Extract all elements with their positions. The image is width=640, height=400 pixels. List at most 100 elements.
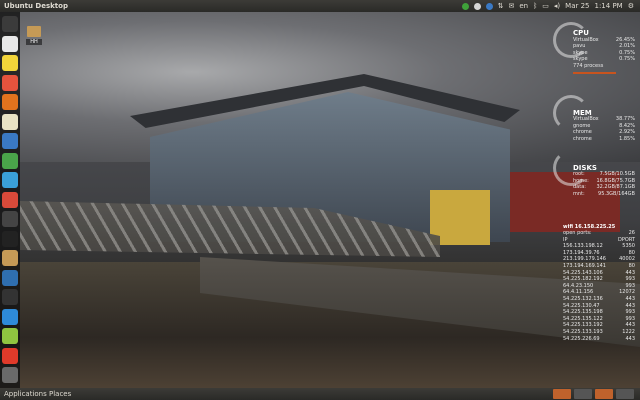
process-name: pavu — [573, 43, 586, 50]
document-icon[interactable] — [2, 133, 18, 149]
trash-icon[interactable] — [2, 367, 18, 383]
conky-monitor: CPU VirtualBox 26.45% pavu 2.01% skype 0.75… — [555, 30, 635, 370]
connection-port: 993 — [625, 315, 635, 322]
connection-row: 64.4.11.156 12072 — [563, 289, 635, 296]
process-value: 0.75% — [619, 49, 635, 56]
connection-ip: 54.225.182.192 — [563, 276, 603, 283]
disk-row: root: 7.5GB/10.5GB — [573, 171, 635, 178]
dropbox-icon[interactable] — [485, 2, 493, 10]
mail-icon[interactable] — [2, 113, 18, 130]
desktop-folder-label: HH — [26, 39, 42, 45]
session-gear-icon[interactable]: ⚙ — [628, 0, 634, 12]
pencil-icon[interactable] — [2, 55, 18, 71]
taskbar-window-button[interactable] — [574, 389, 592, 399]
spreadsheet-icon[interactable] — [2, 152, 18, 169]
connection-row: 54.225.133.192 443 — [563, 322, 635, 329]
disk-usage: 32.2GB/87.1GB — [596, 184, 635, 191]
app-grid-icon[interactable] — [2, 347, 18, 364]
mem-row: VirtualBox 38.77% — [573, 116, 635, 123]
connection-port: 993 — [625, 276, 635, 283]
mail-icon[interactable]: ✉ — [508, 0, 514, 12]
connection-ip: 156.133.198.12 — [563, 243, 603, 250]
android-icon[interactable] — [2, 328, 18, 344]
connection-port: 5350 — [622, 243, 635, 250]
taskbar-window-button[interactable] — [595, 389, 613, 399]
terminal-icon[interactable] — [2, 230, 18, 247]
dport-column-header: DPORT — [618, 236, 635, 243]
connection-port: 80 — [628, 249, 635, 256]
monitor-icon[interactable] — [2, 269, 18, 286]
firefox-icon[interactable] — [2, 94, 18, 110]
clock-date[interactable]: Mar 25 — [565, 0, 589, 12]
connection-port: 80 — [628, 263, 635, 270]
applications-places-menu[interactable]: Applications Places — [4, 388, 71, 400]
mem-section: MEM VirtualBox 38.77% gnome 8.42% chrome 2.… — [573, 108, 635, 143]
disk-row: data: 32.2GB/87.1GB — [573, 184, 635, 191]
disk-row: home: 16.8GB/75.7GB — [573, 178, 635, 185]
chrome-icon[interactable] — [2, 74, 18, 91]
cpu-row: pavu 2.01% — [573, 43, 635, 50]
dash-home-icon[interactable] — [2, 16, 18, 32]
wifi-ip: wifi 16.158.225.25 — [563, 223, 616, 230]
connection-ip: 64.4.23.150 — [563, 282, 594, 289]
process-value: 2.01% — [619, 43, 635, 50]
connection-row: 173.194.39.76 80 — [563, 250, 635, 257]
graph-icon[interactable] — [2, 308, 18, 325]
disks-title: DISKS — [573, 163, 597, 172]
connection-ip: 54.225.135.122 — [563, 315, 603, 322]
cpu-section: CPU VirtualBox 26.45% pavu 2.01% skype 0.75… — [573, 30, 635, 74]
open-ports-row: open ports: 26 — [563, 230, 635, 237]
connection-port: 443 — [625, 296, 635, 303]
desktop-wallpaper — [0, 12, 640, 388]
taskbar — [553, 389, 634, 399]
battery-icon[interactable]: ▭ — [542, 0, 549, 12]
connection-row: 213.199.179.146 40002 — [563, 256, 635, 263]
cloud-icon[interactable] — [2, 172, 18, 188]
keyboard-layout-indicator[interactable]: en — [519, 0, 528, 12]
taskbar-window-button[interactable] — [553, 389, 571, 399]
folder-icon[interactable] — [2, 250, 18, 266]
disk-name: root: — [573, 171, 585, 178]
cpu-row: skype 0.75% — [573, 56, 635, 63]
disk-name: mnt: — [573, 190, 585, 197]
connection-ip: 54.225.135.198 — [563, 309, 603, 316]
bluetooth-icon[interactable]: ᛒ — [533, 0, 537, 12]
disk-usage: 95.3GB/164GB — [598, 190, 635, 197]
connection-row: 54.225.182.192 993 — [563, 276, 635, 283]
disk-name: home: — [573, 177, 589, 184]
connection-port: 443 — [625, 302, 635, 309]
network-icon[interactable]: ⇅ — [498, 0, 504, 12]
disk-usage: 7.5GB/10.5GB — [599, 171, 635, 178]
system-monitor-icon[interactable] — [2, 289, 18, 305]
disks-section: DISKS root: 7.5GB/10.5GB home: 16.8GB/75.7… — [573, 163, 635, 198]
process-name: chrome — [573, 129, 592, 136]
connection-row: 54.225.143.106 443 — [563, 270, 635, 277]
connection-ip: 54.225.226.69 — [563, 335, 600, 342]
process-count: 774 process — [573, 62, 604, 69]
folder-icon — [27, 26, 41, 37]
workspace-switcher[interactable] — [616, 389, 634, 399]
mem-row: gnome 8.42% — [573, 123, 635, 130]
disc-icon[interactable] — [2, 211, 18, 227]
connection-row: 54.225.133.193 1222 — [563, 329, 635, 336]
skype-icon[interactable] — [473, 2, 481, 10]
disk-name: data: — [573, 184, 586, 191]
clock-time[interactable]: 1:14 PM — [595, 0, 623, 12]
process-value: 8.42% — [619, 122, 635, 129]
connection-port: 443 — [625, 269, 635, 276]
mem-title: MEM — [573, 108, 592, 117]
process-value: 1.85% — [619, 135, 635, 142]
cpu-title: CPU — [573, 29, 589, 37]
process-name: chrome — [573, 135, 592, 142]
text-editor-icon[interactable] — [2, 35, 18, 52]
open-ports-value: 26 — [628, 230, 635, 237]
volume-icon[interactable]: ◂) — [554, 0, 560, 12]
puzzle-icon[interactable] — [2, 191, 18, 208]
connection-port: 443 — [625, 335, 635, 342]
bottom-panel: Applications Places — [0, 388, 640, 400]
desktop-folder[interactable]: HH — [26, 26, 42, 50]
update-icon[interactable] — [461, 2, 469, 10]
cpu-row: VirtualBox 26.45% — [573, 37, 635, 44]
connection-row: 54.225.132.136 443 — [563, 296, 635, 303]
network-section: wifi 16.158.225.25 open ports: 26 IP DPORT… — [563, 224, 635, 343]
